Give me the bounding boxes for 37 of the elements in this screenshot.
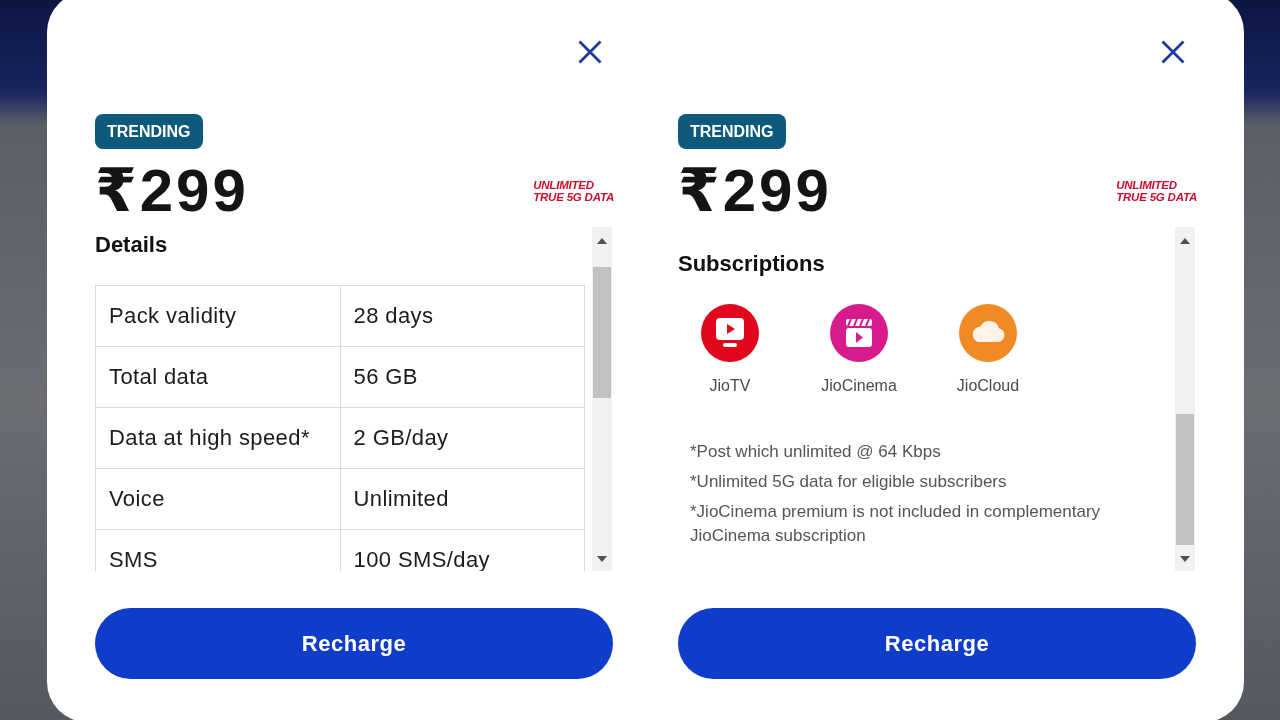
promo-tagline: UNLIMITED TRUE 5G DATA [533,179,614,203]
status-badge: TRENDING [678,114,786,149]
close-icon [1161,40,1185,64]
scrollbar-thumb[interactable] [1176,414,1194,545]
recharge-button[interactable]: Recharge [95,608,613,679]
caret-down-icon[interactable] [597,556,607,562]
plan-price: ₹299 [95,159,249,223]
table-cell: 28 days [340,285,585,347]
scrollbar-thumb[interactable] [593,267,611,398]
section-heading: Details [95,232,169,258]
table-cell: 2 GB/day [340,407,585,469]
caret-down-icon[interactable] [1180,556,1190,562]
footnote-text: *Unlimited 5G data for eligible subscribers [690,471,1008,493]
table-cell: Unlimited [340,468,585,530]
footnote-text: *JioCinema premium is not included in complementary JioCinema subscription [690,501,1102,547]
table-cell: Voice [95,468,340,530]
status-badge: TRENDING [95,114,203,149]
plan-price: ₹299 [678,159,832,223]
scrollbar-track[interactable] [1175,227,1195,571]
close-icon [578,40,602,64]
footnote-text: *Post which unlimited @ 64 Kbps [690,441,942,463]
table-cell: Total data [95,346,340,408]
table-cell: Data at high speed* [95,407,340,469]
table-cell: Pack validity [95,285,340,347]
close-button[interactable] [1161,40,1185,64]
promo-tagline: UNLIMITED TRUE 5G DATA [1116,179,1197,203]
subscription-label: JioTV [709,376,751,396]
recharge-button[interactable]: Recharge [678,608,1196,679]
caret-up-icon[interactable] [1180,238,1190,244]
close-button[interactable] [578,40,602,64]
table-cell: 56 GB [340,346,585,408]
scrollbar-track[interactable] [592,227,612,571]
subscription-label: JioCloud [956,376,1020,396]
table-cell: SMS [95,529,340,571]
subscription-label: JioCinema [821,376,897,396]
caret-up-icon[interactable] [597,238,607,244]
section-heading: Subscriptions [678,251,826,277]
